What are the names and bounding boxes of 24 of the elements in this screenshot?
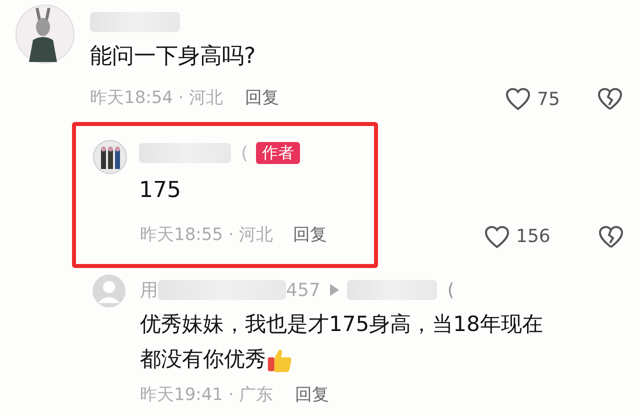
heart-icon[interactable] [484,224,510,248]
reply-text: 都没有你优秀 [140,346,266,373]
name-paren: ( [241,142,248,166]
author-badge: 作者 [256,142,300,164]
comment-meta: 昨天19:41 · 广东 [140,384,274,407]
comment-meta: 昨天18:55 · 河北 [140,224,274,248]
like-count: 75 [537,88,561,112]
reply-author-suffix: 457 [286,278,320,302]
reply-button[interactable]: 回复 [245,86,280,112]
reply-button[interactable]: 回复 [293,223,330,249]
reply-author: 用 [140,278,158,302]
play-arrow-icon [330,284,340,296]
avatar[interactable] [93,140,127,174]
reply-button[interactable]: 回复 [295,383,330,408]
reply-text: 优秀妹妹，我也是才175身高，当18年现在 [140,312,543,336]
like-count: 156 [516,225,552,249]
heart-icon[interactable] [505,87,531,111]
comment-text: 能问一下身高吗? [90,43,257,71]
broken-heart-icon[interactable] [598,224,624,248]
comment-text: 175 [139,177,182,205]
name-paren: ( [447,278,454,302]
avatar[interactable] [15,4,75,64]
comment-meta: 昨天18:54 · 河北 [90,87,224,110]
broken-heart-icon[interactable] [597,87,623,111]
